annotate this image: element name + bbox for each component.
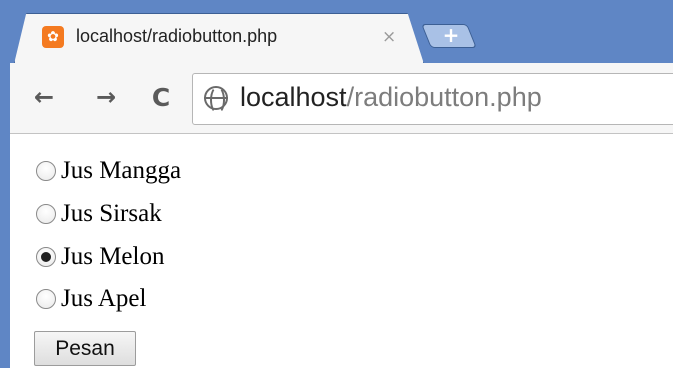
url-path: /radiobutton.php	[346, 82, 542, 112]
globe-icon	[204, 86, 228, 114]
option-jus-apel[interactable]: Jus Apel	[36, 279, 146, 319]
plus-icon: +	[442, 23, 460, 47]
forward-arrow-icon[interactable]: →	[92, 81, 120, 113]
close-icon[interactable]: ×	[382, 26, 396, 48]
option-jus-mangga[interactable]: Jus Mangga	[36, 151, 181, 191]
back-arrow-icon[interactable]: ←	[30, 81, 58, 113]
radio-button[interactable]	[36, 161, 56, 181]
radio-button[interactable]	[36, 204, 56, 224]
xampp-favicon-icon: ✿	[42, 26, 64, 48]
radio-button[interactable]	[36, 247, 56, 267]
pesan-submit-button[interactable]: Pesan	[34, 331, 136, 366]
option-label: Jus Apel	[61, 285, 147, 312]
option-jus-sirsak[interactable]: Jus Sirsak	[36, 194, 162, 234]
option-jus-melon[interactable]: Jus Melon	[36, 237, 164, 277]
radio-button[interactable]	[36, 289, 56, 309]
window-frame	[0, 0, 10, 368]
option-label: Jus Melon	[61, 243, 165, 270]
option-label: Jus Mangga	[61, 157, 182, 184]
reload-icon[interactable]: C	[147, 81, 175, 113]
tab-title: localhost/radiobutton.php	[76, 26, 278, 46]
address-url[interactable]: localhost/radiobutton.php	[240, 82, 542, 113]
option-label: Jus Sirsak	[61, 200, 162, 227]
url-host: localhost	[240, 82, 347, 112]
